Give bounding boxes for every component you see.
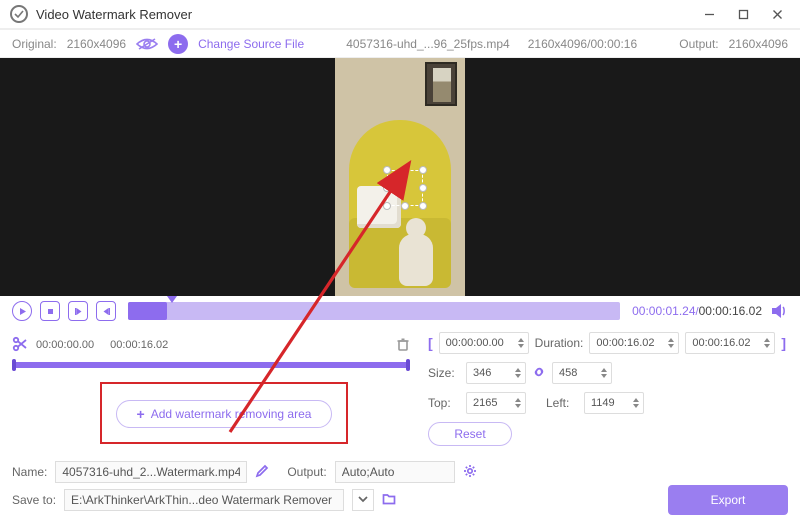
video-preview[interactable] <box>0 58 800 296</box>
add-watermark-area-button[interactable]: + Add watermark removing area <box>116 400 332 428</box>
edit-icon[interactable] <box>255 464 269 481</box>
output-label: Output: <box>679 37 718 51</box>
trim-end: 00:00:16.02 <box>110 339 168 351</box>
top-input[interactable] <box>466 392 526 414</box>
export-button[interactable]: Export <box>668 485 788 515</box>
left-input[interactable] <box>584 392 644 414</box>
output-label: Output: <box>287 465 326 479</box>
duration-input[interactable] <box>589 332 679 354</box>
original-resolution: 2160x4096 <box>67 37 126 51</box>
height-input[interactable] <box>552 362 612 384</box>
play-button[interactable] <box>12 301 32 321</box>
preview-original-icon[interactable] <box>136 37 158 51</box>
duration-label: Duration: <box>535 336 584 350</box>
file-info: 2160x4096/00:00:16 <box>528 37 637 51</box>
range-start-bracket[interactable]: [ <box>428 335 433 351</box>
selection-box[interactable] <box>385 168 425 208</box>
trim-track[interactable] <box>12 362 410 368</box>
original-label: Original: <box>12 37 57 51</box>
set-out-button[interactable] <box>96 301 116 321</box>
save-to-label: Save to: <box>12 493 56 507</box>
save-path-dropdown[interactable] <box>352 489 374 511</box>
name-label: Name: <box>12 465 47 479</box>
reset-button[interactable]: Reset <box>428 422 512 446</box>
maximize-button[interactable] <box>726 2 760 26</box>
width-input[interactable] <box>466 362 526 384</box>
range-to-input[interactable] <box>685 332 775 354</box>
plus-icon: + <box>137 406 145 422</box>
close-button[interactable] <box>760 2 794 26</box>
playhead-icon[interactable] <box>167 296 177 303</box>
minimize-button[interactable] <box>692 2 726 26</box>
range-from-input[interactable] <box>439 332 529 354</box>
window-title: Video Watermark Remover <box>36 7 192 22</box>
left-label: Left: <box>546 396 578 410</box>
name-input[interactable] <box>55 461 247 483</box>
titlebar: Video Watermark Remover <box>0 0 800 30</box>
change-source-button[interactable]: Change Source File <box>198 37 304 51</box>
trim-start: 00:00:00.00 <box>36 339 94 351</box>
header-bar: Original: 2160x4096 + Change Source File… <box>0 30 800 58</box>
top-label: Top: <box>428 396 460 410</box>
stop-button[interactable] <box>40 301 60 321</box>
playbar: 00:00:01.24/00:00:16.02 <box>0 296 800 326</box>
timeline[interactable] <box>128 302 620 320</box>
range-end-bracket[interactable]: ] <box>781 335 786 351</box>
scissors-icon[interactable] <box>12 336 28 355</box>
app-logo-icon <box>10 5 28 23</box>
time-display: 00:00:01.24/00:00:16.02 <box>632 304 762 318</box>
volume-icon[interactable] <box>770 302 788 320</box>
delete-icon[interactable] <box>396 337 410 354</box>
open-folder-icon[interactable] <box>382 492 396 509</box>
output-resolution: 2160x4096 <box>729 37 788 51</box>
output-input[interactable] <box>335 461 455 483</box>
save-path-input[interactable] <box>64 489 344 511</box>
file-name: 4057316-uhd_...96_25fps.mp4 <box>346 37 509 51</box>
size-label: Size: <box>428 366 460 380</box>
set-in-button[interactable] <box>68 301 88 321</box>
video-frame <box>335 58 465 296</box>
gear-icon[interactable] <box>463 464 477 481</box>
change-source-icon[interactable]: + <box>168 34 188 54</box>
link-icon[interactable] <box>532 365 546 382</box>
